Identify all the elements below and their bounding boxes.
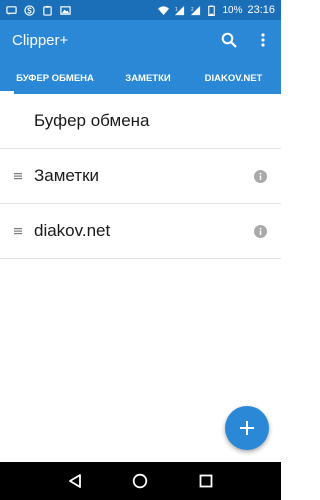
- list-item[interactable]: Заметки: [0, 149, 281, 204]
- signal-1-icon: 1: [175, 5, 185, 15]
- list-item[interactable]: Буфер обмена: [0, 94, 281, 149]
- status-bar: 1 2 10% 23:16: [0, 0, 281, 20]
- notification-icons: [6, 4, 71, 16]
- search-icon: [221, 32, 237, 48]
- app-title: Clipper+: [12, 32, 69, 49]
- plus-icon: [240, 421, 254, 435]
- drag-handle-icon[interactable]: [14, 172, 22, 180]
- signal-2-icon: 2: [191, 5, 201, 15]
- list-item-label: Заметки: [34, 166, 100, 185]
- more-options-button[interactable]: [253, 30, 273, 50]
- home-icon[interactable]: [132, 473, 148, 489]
- list-item-label: Буфер обмена: [34, 111, 150, 130]
- recents-icon[interactable]: [198, 473, 214, 489]
- svg-text:2: 2: [191, 6, 194, 12]
- system-icons: 1 2 10% 23:16: [158, 4, 275, 16]
- svg-text:1: 1: [175, 6, 178, 12]
- message-icon: [6, 5, 17, 15]
- tab-bar: Буфер обмена Заметки diakov.net: [0, 64, 281, 94]
- navigation-bar: [0, 462, 281, 500]
- app-actions: [219, 30, 273, 50]
- tab-label: Заметки: [125, 73, 171, 84]
- list-item[interactable]: diakov.net: [0, 204, 281, 259]
- battery-icon: [208, 4, 216, 16]
- drag-handle-icon[interactable]: [14, 227, 22, 235]
- tab-notes[interactable]: Заметки: [110, 64, 186, 94]
- app-bar: Clipper+ Буфер обмена Заметки diakov.net: [0, 20, 281, 94]
- info-icon[interactable]: [254, 169, 267, 183]
- battery-level: 10%: [222, 4, 243, 16]
- wifi-icon: [158, 5, 170, 15]
- tab-label: Буфер обмена: [16, 73, 94, 84]
- info-icon[interactable]: [254, 224, 267, 238]
- clock: 23:16: [247, 4, 275, 16]
- back-icon[interactable]: [67, 473, 83, 489]
- search-button[interactable]: [219, 30, 239, 50]
- category-list: Буфер обмена Заметки diakov.net: [0, 94, 281, 259]
- add-button[interactable]: [225, 406, 269, 450]
- tab-diakov[interactable]: diakov.net: [186, 64, 281, 94]
- tab-label: diakov.net: [204, 73, 263, 84]
- tab-clipboard[interactable]: Буфер обмена: [0, 64, 110, 94]
- list-item-label: diakov.net: [34, 221, 111, 240]
- image-icon: [60, 5, 71, 15]
- clipboard-icon: [43, 5, 52, 16]
- more-vertical-icon: [261, 33, 265, 47]
- s-icon: [24, 4, 35, 16]
